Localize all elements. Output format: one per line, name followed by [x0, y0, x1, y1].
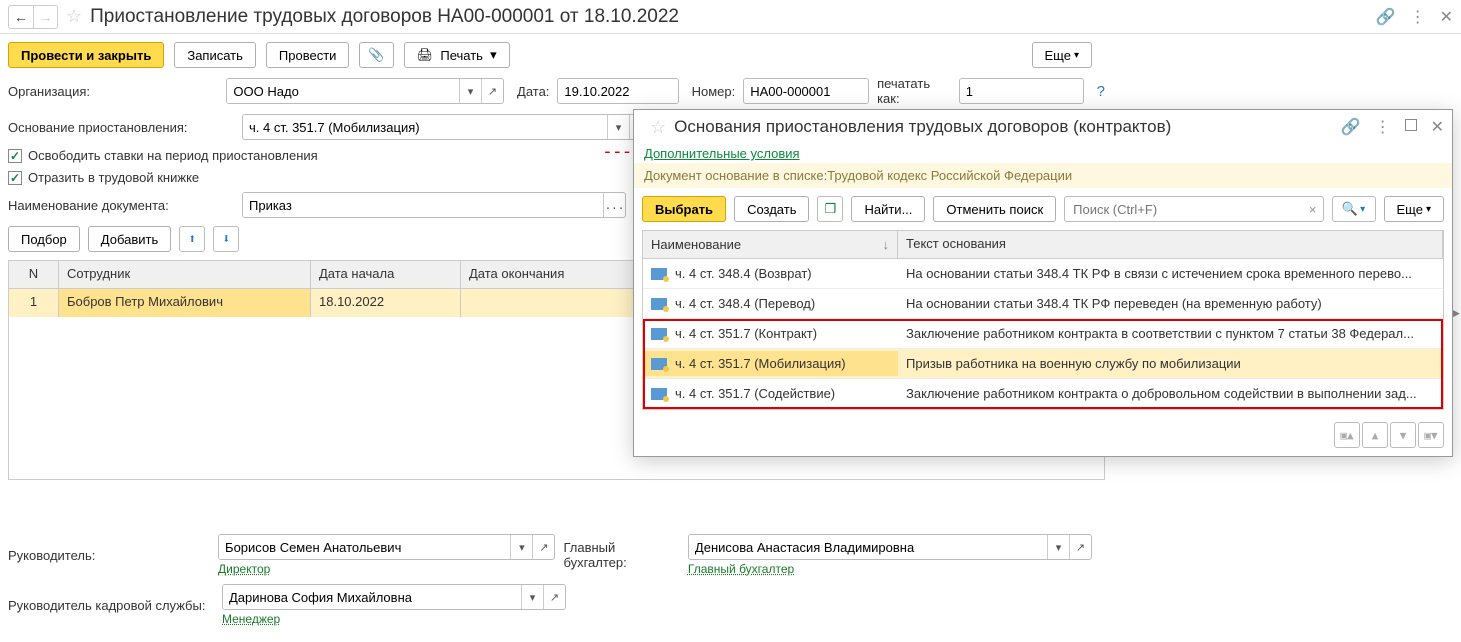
doc-icon: [651, 268, 667, 280]
ellipsis-icon[interactable]: ...: [603, 193, 625, 217]
maximize-icon[interactable]: [1405, 118, 1417, 136]
search-input[interactable]: ×: [1064, 196, 1323, 222]
attach-button[interactable]: 📎: [359, 42, 393, 68]
move-up-button[interactable]: ⬆: [179, 226, 205, 252]
docname-input[interactable]: ...: [242, 192, 626, 218]
footer: Руководитель: ▾ ↗ Директор Главный бухга…: [0, 526, 1100, 642]
list-item[interactable]: ч. 4 ст. 351.7 (Содействие)Заключение ра…: [643, 379, 1443, 409]
mgr-input[interactable]: ▾ ↗: [218, 534, 555, 560]
prev-page-button[interactable]: ▲: [1362, 422, 1388, 448]
open-icon[interactable]: ↗: [1069, 535, 1091, 559]
cancel-find-button[interactable]: Отменить поиск: [933, 196, 1056, 222]
doc-icon: [651, 358, 667, 370]
next-page-button[interactable]: ▼: [1390, 422, 1416, 448]
menu-dots-icon[interactable]: ⋮: [1375, 117, 1391, 137]
info-strip: Документ основание в списке:Трудовой код…: [634, 163, 1452, 188]
hr-label: Руководитель кадровой службы:: [8, 598, 214, 613]
open-icon[interactable]: ↗: [532, 535, 554, 559]
mgr-position-link[interactable]: Директор: [218, 562, 270, 576]
close-icon[interactable]: ✕: [1440, 7, 1453, 27]
free-rates-label: Освободить ставки на период приостановле…: [28, 148, 318, 163]
link-icon[interactable]: 🔗: [1376, 7, 1396, 27]
popup-title: Основания приостановления трудовых догов…: [674, 117, 1171, 137]
choose-button[interactable]: Выбрать: [642, 196, 726, 222]
number-input[interactable]: [743, 78, 869, 104]
acct-position-link[interactable]: Главный бухгалтер: [688, 562, 794, 576]
pick-button[interactable]: Подбор: [8, 226, 80, 252]
first-page-button[interactable]: ▣▲: [1334, 422, 1360, 448]
menu-dots-icon[interactable]: ⋮: [1410, 7, 1426, 27]
number-label: Номер:: [692, 84, 736, 99]
sort-down-icon: ↓: [883, 237, 890, 252]
window-title: Приостановление трудовых договоров НА00-…: [90, 6, 679, 28]
chevron-down-icon[interactable]: ▾: [1047, 535, 1069, 559]
favorite-star-icon[interactable]: ☆: [66, 6, 82, 27]
doc-icon: [651, 298, 667, 310]
post-close-button[interactable]: Провести и закрыть: [8, 42, 164, 68]
org-input[interactable]: ▾ ↗: [226, 78, 504, 104]
list-item[interactable]: ч. 4 ст. 351.7 (Мобилизация)Призыв работ…: [643, 349, 1443, 379]
create-button[interactable]: Создать: [734, 196, 809, 222]
find-button[interactable]: Найти...: [851, 196, 925, 222]
help-icon[interactable]: ?: [1097, 83, 1105, 100]
list-item[interactable]: ч. 4 ст. 348.4 (Перевод)На основании ста…: [643, 289, 1443, 319]
popup-more-button[interactable]: Еще ▾: [1384, 196, 1444, 222]
add-button[interactable]: Добавить: [88, 226, 171, 252]
write-button[interactable]: Записать: [174, 42, 256, 68]
workbook-checkbox[interactable]: ✓: [8, 171, 22, 185]
open-icon[interactable]: ↗: [481, 79, 503, 103]
main-titlebar: ← → ☆ Приостановление трудовых договоров…: [0, 0, 1461, 34]
close-icon[interactable]: ✕: [1431, 117, 1444, 137]
post-button[interactable]: Провести: [266, 42, 350, 68]
chevron-down-icon[interactable]: ▾: [510, 535, 532, 559]
chevron-down-icon[interactable]: ▾: [521, 585, 543, 609]
move-down-button[interactable]: ⬇: [213, 226, 239, 252]
clear-search-icon[interactable]: ×: [1309, 202, 1317, 217]
chevron-down-icon[interactable]: ▾: [607, 115, 629, 139]
link-icon[interactable]: 🔗: [1341, 117, 1361, 137]
print-as-label: печатать как:: [877, 76, 951, 106]
col-text[interactable]: Текст основания: [898, 231, 1443, 258]
print-button[interactable]: 🖨 Печать ▾: [404, 42, 510, 68]
search-icon[interactable]: 🔍 ▾: [1332, 196, 1376, 222]
copy-button[interactable]: ❐: [817, 196, 843, 222]
hr-position-link[interactable]: Менеджер: [222, 612, 280, 626]
more-button[interactable]: Еще ▾: [1032, 42, 1092, 68]
docname-label: Наименование документа:: [8, 198, 234, 213]
col-emp[interactable]: Сотрудник: [59, 261, 311, 288]
doc-icon: [651, 388, 667, 400]
basis-input[interactable]: ▾ ↗: [242, 114, 652, 140]
last-page-button[interactable]: ▣▼: [1418, 422, 1444, 448]
acct-label: Главный бухгалтер:: [563, 540, 679, 570]
open-icon[interactable]: ↗: [543, 585, 565, 609]
free-rates-checkbox[interactable]: ✓: [8, 149, 22, 163]
workbook-label: Отразить в трудовой книжке: [28, 170, 199, 185]
chevron-down-icon[interactable]: ▾: [459, 79, 481, 103]
col-name[interactable]: Наименование ↓: [643, 231, 898, 258]
org-label: Организация:: [8, 84, 218, 99]
hr-input[interactable]: ▾ ↗: [222, 584, 566, 610]
mgr-label: Руководитель:: [8, 548, 210, 563]
col-n[interactable]: N: [9, 261, 59, 288]
col-start[interactable]: Дата начала: [311, 261, 461, 288]
list-item[interactable]: ч. 4 ст. 348.4 (Возврат)На основании ста…: [643, 259, 1443, 289]
basis-picker-popup: ☆ Основания приостановления трудовых дог…: [633, 109, 1453, 457]
date-label: Дата:: [517, 84, 549, 99]
additional-link[interactable]: Дополнительные условия: [634, 144, 1452, 163]
basis-label: Основание приостановления:: [8, 120, 234, 135]
list-item[interactable]: ч. 4 ст. 351.7 (Контракт)Заключение рабо…: [643, 319, 1443, 349]
nav-back-button[interactable]: ←: [9, 6, 33, 28]
nav-forward-button[interactable]: →: [33, 6, 57, 28]
print-as-input[interactable]: [959, 78, 1084, 104]
main-toolbar: Провести и закрыть Записать Провести 📎 🖨…: [0, 34, 1100, 76]
favorite-star-icon[interactable]: ☆: [650, 117, 666, 138]
basis-table: Наименование ↓ Текст основания ч. 4 ст. …: [642, 230, 1444, 410]
date-input[interactable]: 📅: [557, 78, 678, 104]
acct-input[interactable]: ▾ ↗: [688, 534, 1092, 560]
doc-icon: [651, 328, 667, 340]
